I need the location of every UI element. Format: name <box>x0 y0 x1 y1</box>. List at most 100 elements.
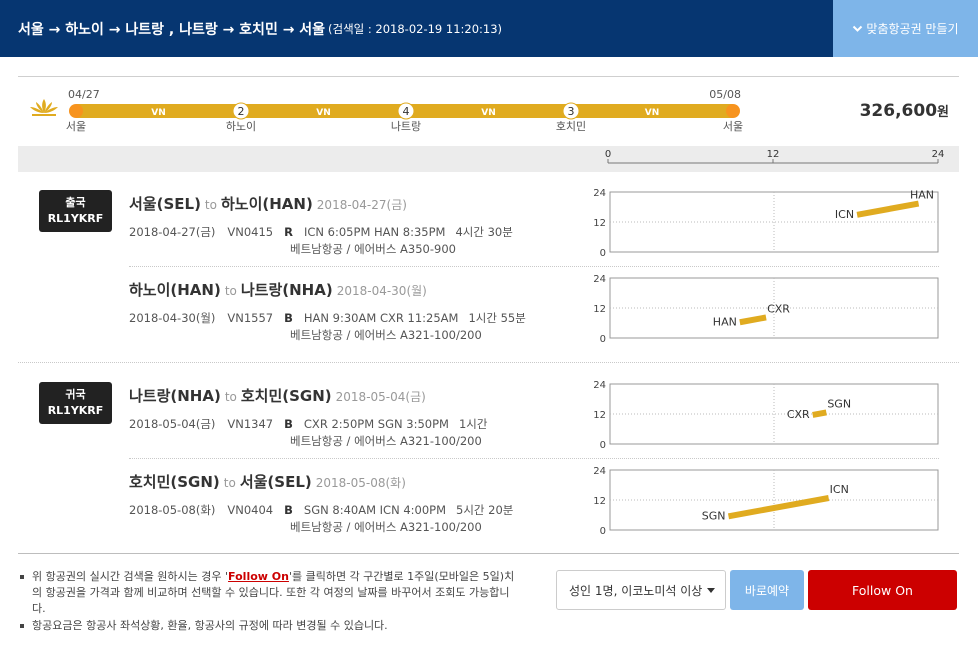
flight-time-chart: 24 12 0 SGN ICN <box>593 466 939 536</box>
flight-time-chart: 24 12 0 ICN HAN <box>593 188 939 258</box>
flight-time-bar <box>812 409 827 418</box>
route-title: 서울 → 하노이 → 나트랑 , 나트랑 → 호치민 → 서울 <box>18 22 326 38</box>
flight-duration: 5시간 20분 <box>456 503 514 517</box>
follow-on-link[interactable]: Follow On <box>228 570 289 583</box>
carrier-aircraft: 베트남항공 / 에어버스 A321-100/200 <box>290 520 482 534</box>
stop-night-count: 2 <box>238 105 245 118</box>
time-scale: 0 12 24 <box>605 149 945 164</box>
airline-code: VN <box>645 108 660 118</box>
booking-class: B <box>284 311 293 325</box>
carrier-aircraft: 베트남항공 / 에어버스 A321-100/200 <box>290 434 482 448</box>
stop-night-count: 3 <box>568 105 575 118</box>
stop-label: 서울 <box>66 120 86 133</box>
book-now-button[interactable]: 바로예약 <box>730 570 804 610</box>
lotus-logo-icon <box>30 99 58 116</box>
flight-date: 2018-05-08(화) <box>129 503 216 517</box>
flight-number: VN0404 <box>227 503 274 517</box>
time-scale-tick: 12 <box>767 149 780 160</box>
badge-type: 귀국 <box>65 388 86 401</box>
to-word: to <box>223 476 236 490</box>
chart-y-tick: 24 <box>593 188 606 199</box>
stop-label: 서울 <box>723 120 743 133</box>
journey-divider <box>18 362 959 363</box>
chart-y-tick: 0 <box>600 526 606 536</box>
flight-number: VN0415 <box>227 225 274 239</box>
origin: 하노이(HAN) <box>129 281 221 299</box>
flight-time-chart: 24 12 0 HAN CXR <box>593 274 939 344</box>
stop-night-count: 4 <box>403 105 410 118</box>
stop-label: 나트랑 <box>391 120 421 133</box>
total-price: 326,600원 <box>860 101 949 121</box>
follow-on-button[interactable]: Follow On <box>808 570 957 610</box>
destination: 하노이(HAN) <box>220 195 313 213</box>
stop-label: 하노이 <box>226 119 256 133</box>
origin: 호치민(SGN) <box>129 473 220 491</box>
badge-type: 출국 <box>65 196 86 209</box>
segment-route: 호치민(SGN) to 서울(SEL) 2018-05-08(화) <box>129 471 406 492</box>
origin: 나트랑(NHA) <box>129 387 221 405</box>
flight-number: VN1557 <box>227 311 274 325</box>
to-word: to <box>204 198 217 212</box>
custom-ticket-button[interactable]: 맞춤항공권 만들기 <box>833 0 978 57</box>
segment-route: 나트랑(NHA) to 호치민(SGN) 2018-05-04(금) <box>129 385 426 406</box>
note-text: 위 항공권의 실시간 검색을 원하시는 경우 ' <box>32 570 229 583</box>
segment-route: 서울(SEL) to 하노이(HAN) 2018-04-27(금) <box>129 193 407 214</box>
chevron-down-icon <box>853 25 863 32</box>
chart-departure-code: ICN <box>835 208 854 221</box>
reservation-code: RL1YKRF <box>47 404 104 417</box>
flight-details: 2018-05-04(금) VN1347 B CXR 2:50PM SGN 3:50P… <box>129 416 487 432</box>
flight-date: 2018-04-27(금) <box>129 225 216 239</box>
route-timeline: VN VN VN VN 서울 2하노이 4 나트랑 3 호치민 서울 04/27 05/08 <box>30 88 743 133</box>
carrier-aircraft: 베트남항공 / 에어버스 A350-900 <box>290 242 456 256</box>
price-unit: 원 <box>937 105 949 120</box>
flight-times: HAN 9:30AM CXR 11:25AM <box>303 311 459 325</box>
chart-departure-code: SGN <box>702 509 726 522</box>
booking-class: R <box>284 225 293 239</box>
chart-departure-code: HAN <box>713 315 737 328</box>
stop-label: 호치민 <box>556 120 586 133</box>
flight-duration: 4시간 30분 <box>455 225 513 239</box>
segment-divider <box>129 266 939 267</box>
chart-y-tick: 0 <box>600 440 606 450</box>
flight-time-chart: 24 12 0 CXR SGN <box>593 380 939 450</box>
chart-y-tick: 12 <box>593 410 606 421</box>
itinerary-summary: VN VN VN VN 서울 2 하노이 4 나트랑 3 호치민 서울 04/27 05/08 326,6… <box>18 76 959 146</box>
note-fare: 항공요금은 항공사 좌석상황, 환율, 항공사의 규정에 따라 변경될 수 있습… <box>18 618 518 634</box>
flight-times: CXR 2:50PM SGN 3:50PM <box>303 417 449 431</box>
chart-arrival-code: CXR <box>767 302 790 315</box>
chart-y-tick: 24 <box>593 380 606 391</box>
note-follow-on: 위 항공권의 실시간 검색을 원하시는 경우 'Follow On'를 클릭하면… <box>18 569 518 617</box>
passenger-select-value: 성인 1명, 이코노미석 이상 <box>569 583 703 598</box>
airline-code: VN <box>481 108 496 118</box>
flight-duration: 1시간 <box>458 417 488 431</box>
passenger-select[interactable]: 성인 1명, 이코노미석 이상 <box>556 570 726 610</box>
start-date: 04/27 <box>68 88 100 101</box>
segment-divider <box>129 458 939 459</box>
airline-code: VN <box>316 108 331 118</box>
flight-details: 2018-04-30(월) VN1557 B HAN 9:30AM CXR 11:25… <box>129 310 526 326</box>
flight-times: SGN 8:40AM ICN 4:00PM <box>303 503 447 517</box>
route-stop-marker <box>69 104 83 118</box>
flight-number: VN1347 <box>227 417 274 431</box>
segment-date: 2018-05-04(금) <box>335 390 426 404</box>
notes: 위 항공권의 실시간 검색을 원하시는 경우 'Follow On'를 클릭하면… <box>18 569 518 635</box>
destination: 서울(SEL) <box>239 473 312 491</box>
flight-duration: 1시간 55분 <box>468 311 526 325</box>
time-scale-tick: 24 <box>932 149 945 160</box>
header-bar: 서울 → 하노이 → 나트랑 , 나트랑 → 호치민 → 서울 (검색일 : 2… <box>0 0 978 57</box>
destination: 나트랑(NHA) <box>240 281 333 299</box>
flight-details: 2018-05-08(화) VN0404 B SGN 8:40AM ICN 4:00P… <box>129 502 513 518</box>
flight-date: 2018-05-04(금) <box>129 417 216 431</box>
flight-times: ICN 6:05PM HAN 8:35PM <box>304 225 446 239</box>
time-scale-bar: 0 12 24 <box>18 146 959 172</box>
journey-badge: 귀국 RL1YKRF <box>39 382 112 424</box>
chart-y-tick: 12 <box>593 496 606 507</box>
reservation-code: RL1YKRF <box>47 212 104 225</box>
segment-date: 2018-05-08(화) <box>315 476 406 490</box>
chart-arrival-code: HAN <box>910 189 934 202</box>
chart-arrival-code: SGN <box>827 397 851 410</box>
chart-y-tick: 0 <box>600 248 606 258</box>
chart-arrival-code: ICN <box>830 483 849 496</box>
time-scale-tick: 0 <box>605 149 611 160</box>
chart-y-tick: 24 <box>593 466 606 477</box>
